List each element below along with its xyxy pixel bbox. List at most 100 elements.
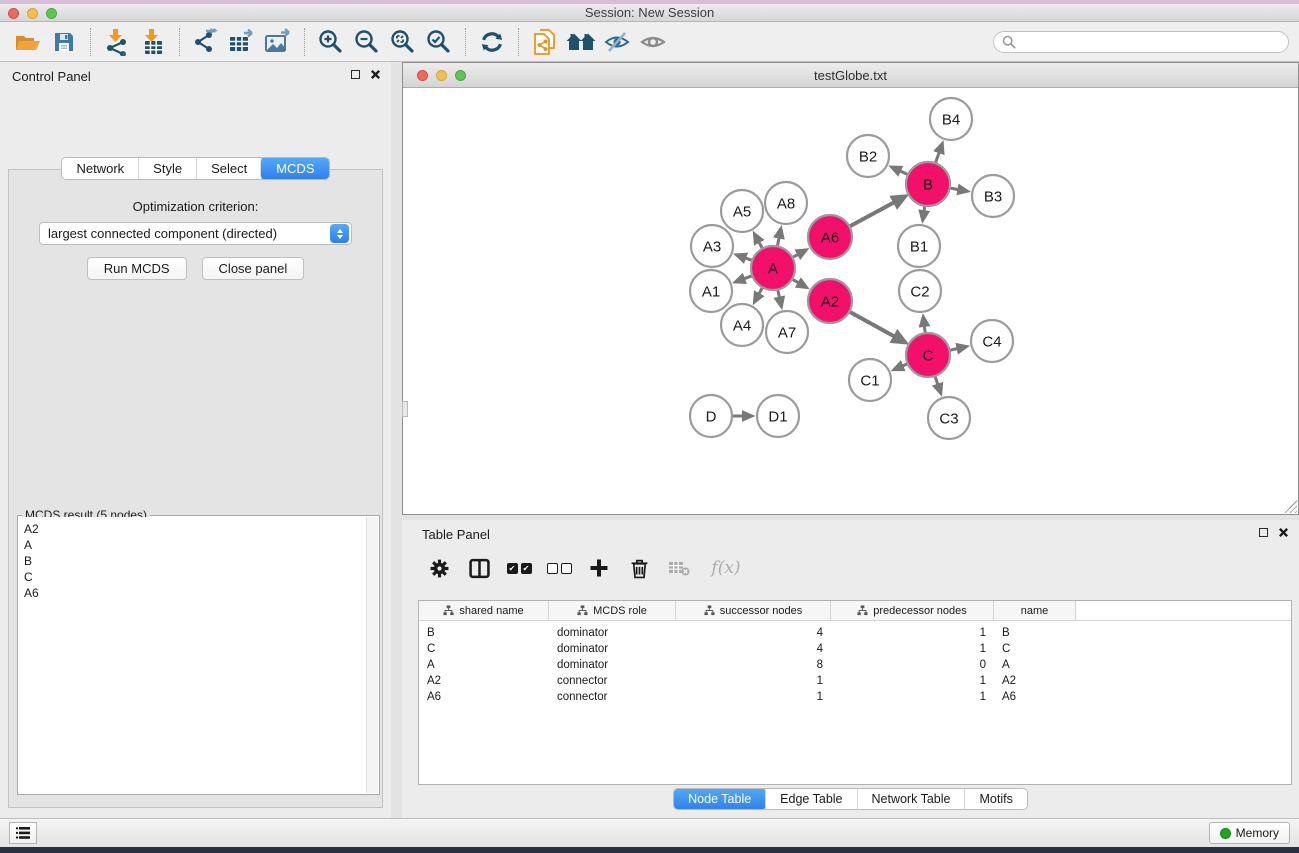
tab-node-table[interactable]: Node Table: [673, 788, 766, 810]
desktop-background: Session: New Session: [0, 0, 1299, 853]
search-icon: [1002, 35, 1016, 49]
net-zoom-button[interactable]: [455, 70, 466, 81]
refresh-icon[interactable]: [474, 26, 510, 58]
function-builder-icon[interactable]: f(x): [706, 555, 746, 581]
network-view-window: testGlobe.txt B4B2BB3A8A5A6A3B1AA1C2A2A4…: [402, 62, 1299, 515]
app-titlebar: Session: New Session: [0, 4, 1299, 22]
column-type-icon: [857, 605, 868, 616]
graph-node-label: A3: [703, 238, 721, 255]
home-icon[interactable]: [563, 26, 599, 58]
delete-table-icon[interactable]: [666, 555, 692, 581]
table-settings-gear-icon[interactable]: [426, 555, 452, 581]
table-toolbar: ✔✔ f(x): [412, 548, 1289, 588]
hide-selected-eye-icon[interactable]: [599, 26, 635, 58]
graph-node-label: A6: [821, 229, 839, 246]
float-panel-icon[interactable]: [351, 70, 360, 79]
toolbar-separator: [90, 28, 91, 56]
tab-motifs[interactable]: Motifs: [964, 789, 1026, 809]
close-panel-button[interactable]: Close panel: [202, 257, 305, 280]
panel-collapse-handle[interactable]: [402, 401, 408, 417]
close-window-button[interactable]: [8, 8, 19, 19]
tab-style[interactable]: Style: [138, 158, 196, 179]
graph-node-label: B1: [910, 238, 928, 255]
table-row[interactable]: A6 connector 1 1 A6: [419, 689, 1291, 705]
result-item[interactable]: A6: [24, 585, 366, 601]
column-type-icon: [443, 605, 454, 616]
show-columns-icon[interactable]: [466, 555, 492, 581]
criterion-dropdown[interactable]: largest connected component (directed): [39, 222, 352, 245]
graph-node-label: D: [706, 408, 717, 425]
delete-column-trash-icon[interactable]: [626, 555, 652, 581]
column-header-successor-nodes[interactable]: successor nodes: [676, 601, 831, 620]
memory-label: Memory: [1236, 826, 1279, 840]
graph-edge-A2-C[interactable]: [848, 311, 902, 341]
zoom-window-button[interactable]: [46, 8, 57, 19]
table-row[interactable]: B dominator 4 1 B: [419, 625, 1291, 641]
graph-node-label: C3: [939, 410, 958, 427]
result-item[interactable]: A2: [24, 521, 366, 537]
deselect-all-icon[interactable]: [546, 555, 572, 581]
mcds-result-box: MCDS result (5 nodes) A2 A B C A6: [17, 515, 380, 795]
search-field[interactable]: [993, 31, 1289, 53]
import-table-icon[interactable]: [135, 26, 171, 58]
network-canvas[interactable]: B4B2BB3A8A5A6A3B1AA1C2A2A4A7C4CC1DD1C3: [403, 88, 1298, 514]
task-history-button[interactable]: [9, 822, 37, 844]
select-all-icon[interactable]: ✔✔: [506, 555, 532, 581]
float-table-panel-icon[interactable]: [1259, 528, 1268, 537]
toolbar-separator: [518, 28, 519, 56]
tab-select[interactable]: Select: [196, 158, 261, 179]
graph-node-label: B3: [984, 188, 1002, 205]
export-network-icon[interactable]: [188, 26, 224, 58]
export-image-icon[interactable]: [260, 26, 296, 58]
close-table-panel-icon[interactable]: [1278, 527, 1289, 538]
table-row[interactable]: A2 connector 1 1 A2: [419, 673, 1291, 689]
clone-network-icon[interactable]: [527, 26, 563, 58]
graph-edge-A6-B[interactable]: [848, 198, 902, 227]
zoom-out-icon[interactable]: [349, 26, 385, 58]
window-resize-grip[interactable]: [1284, 500, 1297, 513]
memory-button[interactable]: Memory: [1209, 822, 1290, 844]
graph-node-label: D1: [768, 408, 787, 425]
result-item[interactable]: A: [24, 537, 366, 553]
table-row[interactable]: C dominator 4 1 C: [419, 641, 1291, 657]
result-item[interactable]: C: [24, 569, 366, 585]
run-mcds-button[interactable]: Run MCDS: [87, 257, 187, 280]
column-header-mcds-role[interactable]: MCDS role: [549, 601, 676, 620]
tab-mcds[interactable]: MCDS: [260, 157, 329, 180]
graph-node-label: A5: [733, 203, 751, 220]
mcds-result-list: A2 A B C A6: [19, 517, 366, 793]
search-input[interactable]: [1020, 35, 1280, 49]
table-header-row: shared name MCDS role successor nodes pr…: [419, 601, 1291, 621]
show-all-eye-icon[interactable]: [635, 26, 671, 58]
minimize-window-button[interactable]: [27, 8, 38, 19]
add-column-plus-icon[interactable]: [586, 555, 612, 581]
zoom-selected-icon[interactable]: [421, 26, 457, 58]
result-item[interactable]: B: [24, 553, 366, 569]
column-header-name[interactable]: name: [994, 601, 1076, 620]
close-panel-icon[interactable]: [370, 69, 381, 80]
zoom-fit-icon[interactable]: [385, 26, 421, 58]
graph-node-label: A: [768, 260, 778, 277]
import-network-icon[interactable]: [99, 26, 135, 58]
tab-network[interactable]: Network: [62, 158, 138, 179]
app-window: Session: New Session: [0, 4, 1299, 847]
zoom-in-icon[interactable]: [313, 26, 349, 58]
toolbar-separator: [465, 28, 466, 56]
result-scrollbar[interactable]: [366, 517, 378, 793]
desktop-wallpaper-strip: [0, 0, 1299, 4]
net-minimize-button[interactable]: [436, 70, 447, 81]
tab-network-table[interactable]: Network Table: [857, 789, 965, 809]
column-type-icon: [704, 605, 715, 616]
column-header-shared-name[interactable]: shared name: [419, 601, 549, 620]
toolbar-separator: [179, 28, 180, 56]
save-session-icon[interactable]: [46, 26, 82, 58]
column-type-icon: [577, 605, 588, 616]
table-row[interactable]: A dominator 8 0 A: [419, 657, 1291, 673]
net-close-button[interactable]: [417, 70, 428, 81]
main-toolbar: [0, 22, 1299, 62]
tab-edge-table[interactable]: Edge Table: [765, 789, 856, 809]
open-session-icon[interactable]: [10, 26, 46, 58]
export-table-icon[interactable]: [224, 26, 260, 58]
table-panel-title: Table Panel: [422, 527, 490, 542]
column-header-predecessor-nodes[interactable]: predecessor nodes: [831, 601, 994, 620]
